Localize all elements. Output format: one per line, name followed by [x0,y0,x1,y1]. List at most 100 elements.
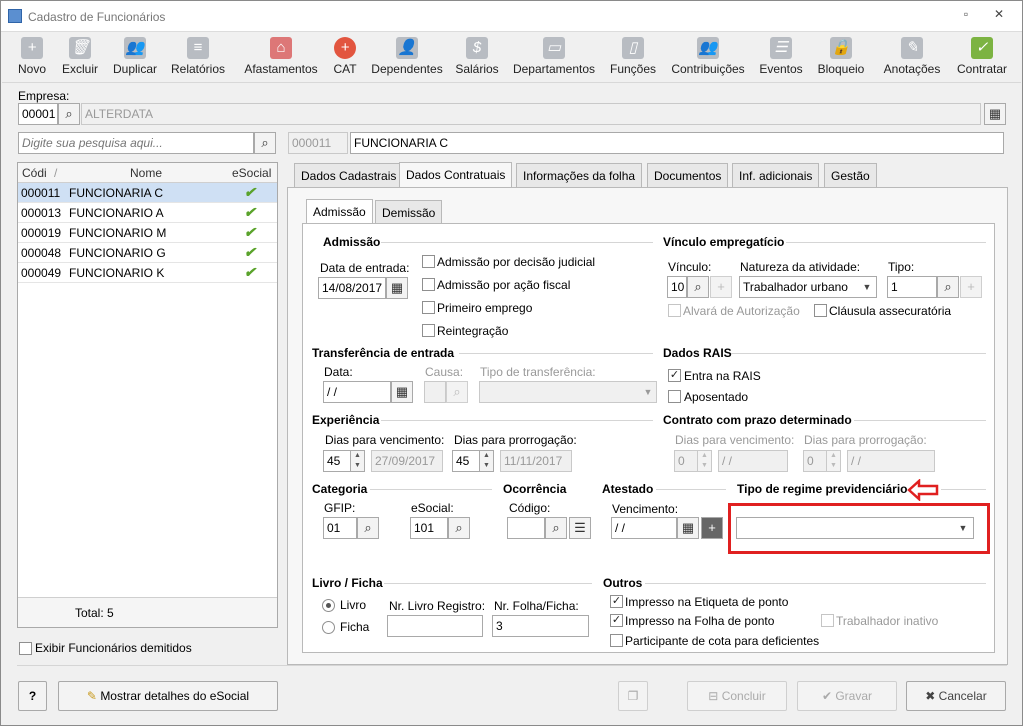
esocial-input[interactable]: 101 [410,517,448,539]
acao-fiscal-checkbox[interactable] [422,278,435,291]
tab-gestao[interactable]: Gestão [824,163,877,187]
livro-radio[interactable] [322,599,335,612]
subtab-admissao[interactable]: Admissão [306,199,373,224]
divider [656,489,726,490]
exp-venc-input[interactable]: 45 [323,450,351,472]
livro-title: Livro / Ficha [312,576,383,590]
afastamentos-button[interactable]: ⌂ Afastamentos [243,35,319,81]
add-icon[interactable]: + [701,517,723,539]
subtab-demissao[interactable]: Demissão [375,200,443,224]
maximize-button[interactable]: ▫ [956,7,976,25]
etiqueta-checkbox[interactable]: ✓ [610,595,623,608]
tab-dados-cadastrais[interactable]: Dados Cadastrais [294,163,404,187]
reintegracao-checkbox[interactable] [422,324,435,337]
atestado-venc-input[interactable]: / / [611,517,677,539]
relatorios-button[interactable]: ≡ Relatórios [170,35,226,81]
show-dismissed-label: Exibir Funcionários demitidos [35,641,192,655]
exp-prorr-input[interactable]: 45 [452,450,480,472]
empresa-code-input[interactable]: 00001 [18,103,58,125]
vinculo-input[interactable]: 10 [667,276,687,298]
regime-select[interactable] [736,517,974,539]
esocial-details-button[interactable]: ✎ Mostrar detalhes do eSocial [58,681,278,711]
aposentado-label: Aposentado [684,390,749,404]
tab-documentos[interactable]: Documentos [647,163,729,187]
search-icon[interactable]: ⌕ [254,132,276,154]
nr-livro-input[interactable] [387,615,483,637]
contrato-venc-input: 0 [674,450,698,472]
search-input[interactable]: Digite sua pesquisa aqui... [18,132,254,154]
cancelar-button[interactable]: ✖ Cancelar [906,681,1006,711]
cat-button[interactable]: + CAT [331,35,359,81]
transf-data-input[interactable]: / / [323,381,391,403]
ficha-radio[interactable] [322,621,335,634]
employee-name-input[interactable]: FUNCIONARIA C [350,132,1004,154]
salarios-button[interactable]: $ Salários [455,35,499,81]
table-row[interactable]: 000011 FUNCIONARIA C ✔ [18,183,277,203]
vinculo-title: Vínculo empregatício [663,235,785,249]
reintegracao-label: Reintegração [437,324,509,338]
anotacoes-button[interactable]: ✎ Anotações [881,35,943,81]
bloqueio-button[interactable]: 🔒 Bloqueio [815,35,867,81]
table-row[interactable]: 000048 FUNCIONARIO G ✔ [18,243,277,263]
decisao-judicial-label: Admissão por decisão judicial [437,255,596,269]
tab-dados-contratuais[interactable]: Dados Contratuais [399,162,513,187]
home-icon: ⌂ [270,37,292,59]
nr-folha-input[interactable]: 3 [492,615,589,637]
gfip-search-icon[interactable]: ⌕ [357,517,379,539]
esocial-label: eSocial: [411,501,454,515]
spinner-icon[interactable]: ▲ ▼ [351,450,365,472]
spinner-icon: ▲ ▼ [827,450,841,472]
col-code-header[interactable]: Códi [22,166,47,180]
contract-check-icon: ✓ [971,37,993,59]
alvara-checkbox [668,304,681,317]
aposentado-checkbox[interactable] [668,390,681,403]
entra-rais-checkbox[interactable]: ✓ [668,369,681,382]
vinculo-search-icon[interactable]: ⌕ [687,276,709,298]
ocorrencia-title: Ocorrência [503,482,567,496]
col-esocial-header[interactable]: eSocial [232,166,271,180]
entra-rais-label: Entra na RAIS [684,369,761,383]
table-row[interactable]: 000019 FUNCIONARIO M ✔ [18,223,277,243]
close-button[interactable]: ✕ [989,7,1009,25]
show-dismissed-checkbox[interactable] [19,642,32,655]
ocorrencia-input[interactable] [507,517,545,539]
calendar-icon[interactable]: ▦ [391,381,413,403]
data-entrada-label: Data de entrada: [320,261,410,275]
contratar-button[interactable]: ✓ Contratar [954,35,1010,81]
excluir-button[interactable]: 🗑 Excluir [60,35,100,81]
natureza-select[interactable]: Trabalhador urbano [739,276,877,298]
duplicar-button[interactable]: 👥 Duplicar [111,35,159,81]
folha-ponto-checkbox[interactable]: ✓ [610,614,623,627]
data-entrada-input[interactable]: 14/08/2017 [318,277,386,299]
funcoes-button[interactable]: ▯ Funções [608,35,658,81]
ficha-label: Ficha [340,620,370,634]
clausula-checkbox[interactable] [814,304,827,317]
ocorrencia-search-icon[interactable]: ⌕ [545,517,567,539]
novo-button[interactable]: + Novo [16,35,48,81]
toolbar: + Novo 🗑 Excluir 👥 Duplicar ≡ Relatórios ⌂ Af… [2,33,1021,83]
list-icon[interactable]: ☰ [569,517,591,539]
calendar-button-icon[interactable]: ▦ [984,103,1006,125]
dependentes-button[interactable]: 👤 Dependentes [371,35,443,81]
tipo-search-icon[interactable]: ⌕ [937,276,959,298]
calendar-icon[interactable]: ▦ [677,517,699,539]
contribuicoes-button[interactable]: 👥 Contribuições [669,35,747,81]
tipo-input[interactable]: 1 [887,276,937,298]
spinner-icon[interactable]: ▲ ▼ [480,450,494,472]
primeiro-emprego-checkbox[interactable] [422,301,435,314]
table-row[interactable]: 000049 FUNCIONARIO K ✔ [18,263,277,283]
eventos-button[interactable]: ☰ Eventos [758,35,804,81]
empresa-search-icon[interactable]: ⌕ [58,103,80,125]
help-button[interactable]: ? [18,681,47,711]
gfip-input[interactable]: 01 [323,517,357,539]
esocial-search-icon[interactable]: ⌕ [448,517,470,539]
tab-inf-adicionais[interactable]: Inf. adicionais [732,163,820,187]
departamentos-button[interactable]: ▭ Departamentos [511,35,597,81]
table-row[interactable]: 000013 FUNCIONARIO A ✔ [18,203,277,223]
calendar-icon[interactable]: ▦ [386,277,408,299]
decisao-judicial-checkbox[interactable] [422,255,435,268]
cota-checkbox[interactable] [610,634,623,647]
tab-informacoes-folha[interactable]: Informações da folha [516,163,643,187]
col-name-header[interactable]: Nome [130,166,162,180]
spinner-icon: ▲ ▼ [698,450,712,472]
